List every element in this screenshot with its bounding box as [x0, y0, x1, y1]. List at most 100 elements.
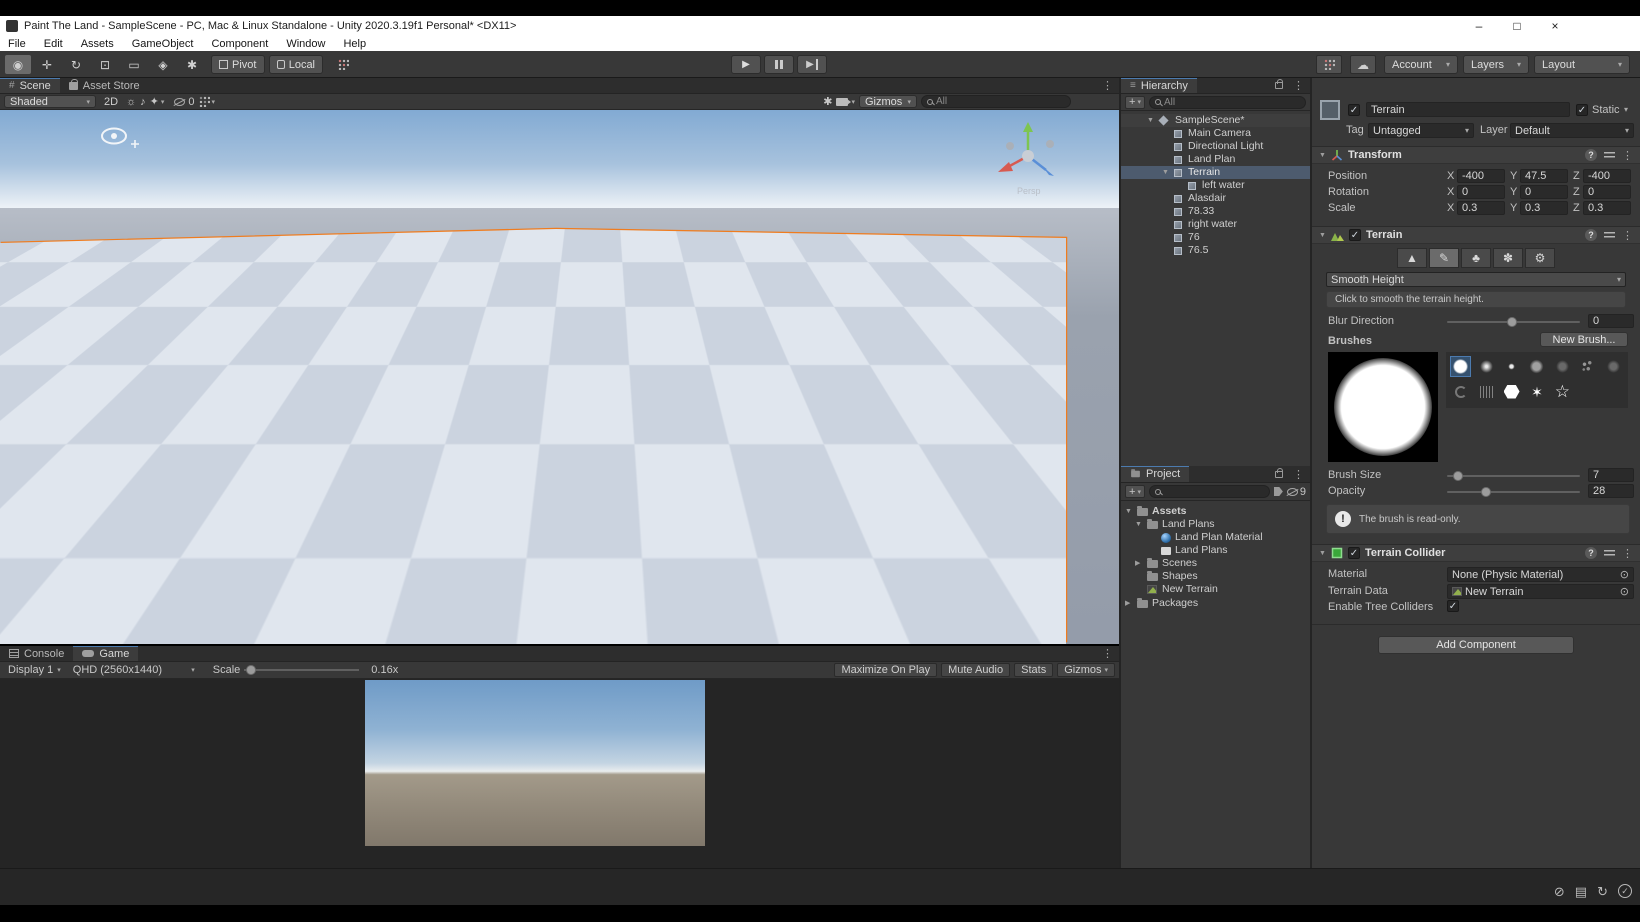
terrain-component-header[interactable]: ▼ ✓ Terrain ? ⋮: [1312, 226, 1640, 244]
tab-project[interactable]: Project: [1121, 466, 1189, 482]
paint-mode-dropdown[interactable]: Smooth Height ▾: [1326, 272, 1626, 287]
menu-window[interactable]: Window: [286, 38, 325, 50]
scene-audio-toggle[interactable]: ♪: [140, 96, 146, 108]
foldout-open-icon[interactable]: ▼: [1319, 232, 1326, 239]
foldout-closed-icon[interactable]: ▶: [1135, 557, 1140, 570]
project-item[interactable]: Land Plan Material: [1121, 531, 1310, 544]
scene-visibility-toggle[interactable]: 0: [174, 96, 194, 108]
foldout-closed-icon[interactable]: ▶: [1125, 597, 1130, 610]
hierarchy-item[interactable]: right water: [1121, 218, 1310, 231]
brush-thumb[interactable]: [1501, 356, 1522, 377]
scene-viewport[interactable]: Persp: [0, 110, 1119, 644]
scale-z-field[interactable]: 0.3: [1583, 201, 1631, 215]
scene-fx-dropdown[interactable]: ✦ ▾: [150, 95, 165, 108]
mute-audio-toggle[interactable]: Mute Audio: [941, 663, 1010, 677]
scene-camera-dropdown[interactable]: ▾: [836, 98, 855, 106]
project-search[interactable]: [1149, 485, 1270, 498]
foldout-open-icon[interactable]: ▼: [1319, 550, 1326, 557]
scene-panel-menu-icon[interactable]: ⋮: [1096, 78, 1119, 93]
project-item[interactable]: Land Plans: [1121, 544, 1310, 557]
static-checkbox[interactable]: ✓: [1576, 104, 1588, 116]
foldout-open-icon[interactable]: ▼: [1162, 166, 1169, 179]
brush-size-field[interactable]: 7: [1588, 468, 1634, 482]
menu-help[interactable]: Help: [343, 38, 366, 50]
blur-direction-knob[interactable]: [1507, 317, 1517, 327]
blur-direction-slider[interactable]: [1447, 321, 1580, 323]
brush-thumb[interactable]: [1476, 381, 1497, 402]
kebab-icon[interactable]: ⋮: [1622, 149, 1633, 162]
opacity-field[interactable]: 28: [1588, 484, 1634, 498]
hierarchy-item[interactable]: Main Camera: [1121, 127, 1310, 140]
hierarchy-item[interactable]: 78.33: [1121, 205, 1310, 218]
rotation-z-field[interactable]: 0: [1583, 185, 1631, 199]
kebab-icon[interactable]: ⋮: [1622, 547, 1633, 560]
rect-tool-button[interactable]: ▭: [121, 55, 147, 74]
menu-component[interactable]: Component: [211, 38, 268, 50]
brush-thumb[interactable]: [1501, 381, 1522, 402]
move-tool-button[interactable]: ✛: [34, 55, 60, 74]
hierarchy-item[interactable]: Alasdair: [1121, 192, 1310, 205]
local-toggle-button[interactable]: Local: [269, 55, 323, 74]
cloud-button[interactable]: ☁: [1350, 55, 1376, 74]
lock-icon[interactable]: [1275, 471, 1283, 478]
scale-slider-knob[interactable]: [246, 665, 256, 675]
brush-thumb[interactable]: [1552, 356, 1573, 377]
resolution-dropdown[interactable]: QHD (2560x1440) ▾: [69, 664, 199, 676]
play-button[interactable]: ▶: [731, 55, 761, 74]
foldout-open-icon[interactable]: ▼: [1135, 518, 1142, 531]
layers-dropdown[interactable]: Layers ▾: [1463, 55, 1529, 74]
component-tools-button[interactable]: ✱: [823, 95, 832, 108]
scene-search[interactable]: [921, 95, 1071, 108]
maximize-button[interactable]: □: [1498, 16, 1536, 36]
terrain-collider-header[interactable]: ▼ ✓ Terrain Collider ? ⋮: [1312, 544, 1640, 562]
object-picker-icon[interactable]: ⊙: [1620, 585, 1629, 598]
pivot-toggle-button[interactable]: Pivot: [211, 55, 265, 74]
menu-assets[interactable]: Assets: [81, 38, 114, 50]
material-object-field[interactable]: None (Physic Material) ⊙: [1447, 567, 1634, 582]
rotation-y-field[interactable]: 0: [1520, 185, 1568, 199]
paint-details-button[interactable]: ✽: [1493, 248, 1523, 268]
menu-file[interactable]: File: [8, 38, 26, 50]
transform-component-header[interactable]: ▼ Transform ? ⋮: [1312, 146, 1640, 164]
brush-size-slider[interactable]: [1447, 475, 1580, 477]
project-item[interactable]: ▶ Scenes: [1121, 557, 1310, 570]
foldout-open-icon[interactable]: ▼: [1147, 114, 1154, 127]
lock-icon[interactable]: [1275, 82, 1283, 89]
project-item-assets[interactable]: ▼ Assets: [1121, 505, 1310, 518]
static-dropdown-icon[interactable]: ▾: [1624, 103, 1628, 117]
perspective-label[interactable]: Persp: [1017, 186, 1041, 196]
presets-icon[interactable]: [1604, 231, 1615, 240]
scene-grid-dropdown[interactable]: ▾: [199, 96, 216, 107]
foldout-open-icon[interactable]: ▼: [1319, 152, 1326, 159]
scale-tool-button[interactable]: ⊡: [92, 55, 118, 74]
layout-dropdown[interactable]: Layout ▾: [1534, 55, 1630, 74]
position-z-field[interactable]: -400: [1583, 169, 1631, 183]
hierarchy-item[interactable]: 76.5: [1121, 244, 1310, 257]
layer-dropdown[interactable]: Default ▾: [1510, 123, 1634, 138]
scale-slider[interactable]: [244, 669, 359, 671]
grid-snapping-button[interactable]: [330, 55, 356, 74]
project-visibility-toggle[interactable]: 9: [1287, 486, 1306, 498]
2d-toggle[interactable]: 2D: [100, 96, 122, 108]
foldout-open-icon[interactable]: ▼: [1125, 505, 1132, 518]
kebab-icon[interactable]: ⋮: [1622, 229, 1633, 242]
game-gizmos-dropdown[interactable]: Gizmos ▾: [1057, 663, 1115, 677]
tab-game[interactable]: Game: [73, 646, 138, 661]
hierarchy-item-selected[interactable]: ▼ Terrain: [1121, 166, 1310, 179]
display-dropdown[interactable]: Display 1 ▾: [4, 664, 65, 676]
game-view[interactable]: [0, 679, 1119, 868]
object-picker-icon[interactable]: ⊙: [1620, 568, 1629, 581]
project-item[interactable]: ▼ Land Plans: [1121, 518, 1310, 531]
hierarchy-item-scene[interactable]: ▼ SampleScene*: [1121, 114, 1310, 127]
help-icon[interactable]: ?: [1585, 547, 1597, 559]
object-name-field[interactable]: Terrain: [1366, 102, 1570, 117]
orientation-gizmo[interactable]: [988, 118, 1068, 188]
tab-scene[interactable]: # Scene: [0, 78, 60, 93]
tree-colliders-checkbox[interactable]: ✓: [1447, 600, 1459, 612]
terrain-settings-button[interactable]: ⚙: [1525, 248, 1555, 268]
scale-y-field[interactable]: 0.3: [1520, 201, 1568, 215]
rotation-x-field[interactable]: 0: [1457, 185, 1505, 199]
brush-size-knob[interactable]: [1453, 471, 1463, 481]
asset-labels-icon[interactable]: [1274, 487, 1283, 496]
project-item[interactable]: New Terrain: [1121, 583, 1310, 596]
